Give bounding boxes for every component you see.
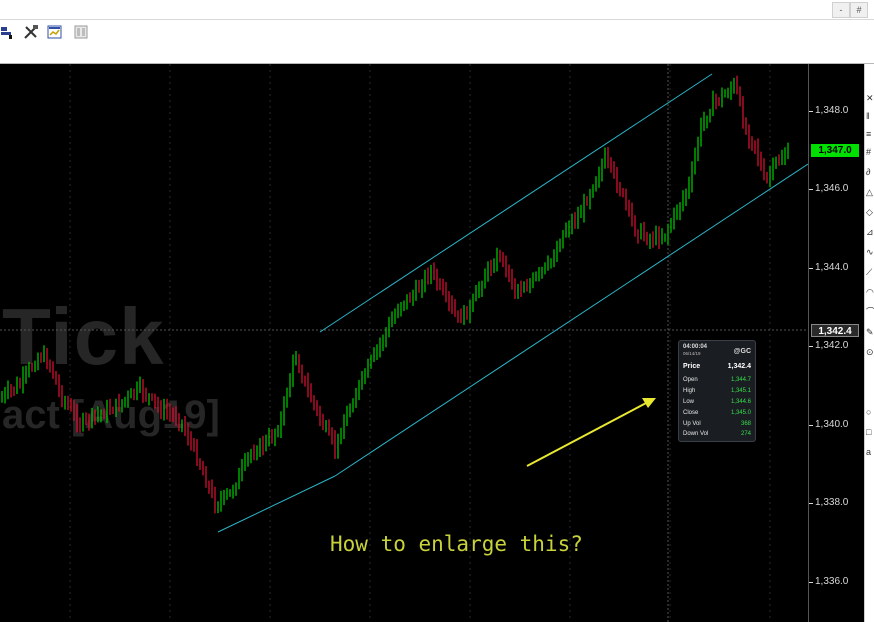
price-tick-label: 1,342.0 — [815, 340, 849, 351]
channel-upper-line — [319, 73, 713, 333]
draw-icon[interactable]: ∂ — [866, 168, 874, 177]
grid-icon[interactable]: # — [866, 148, 874, 157]
tick-mark — [809, 582, 813, 583]
insert-indicator-icon[interactable] — [46, 23, 64, 41]
price-axis[interactable]: 1,348.0 1,346.0 1,344.0 1,342.0 1,340.0 … — [808, 64, 865, 622]
tooltip-row-up-vol: Up Vol 368 — [683, 421, 751, 427]
toolbar — [0, 20, 874, 64]
title-bar: - # — [0, 0, 874, 20]
tick-mark — [809, 189, 813, 190]
data-window-tooltip: 04:00:04 06/14/19 @GC Price 1,342.4 Open… — [678, 340, 756, 442]
minimize-button[interactable]: - — [832, 2, 850, 18]
annotation-arrow-shaft — [526, 401, 649, 467]
chart-style-icon[interactable] — [0, 23, 18, 41]
tick-mark — [809, 503, 813, 504]
price-tick-label: 1,340.0 — [815, 419, 849, 430]
price-tick-label: 1,348.0 — [815, 105, 849, 116]
price-tick-label: 1,346.0 — [815, 183, 849, 194]
target-icon[interactable]: ⊙ — [866, 348, 874, 357]
tooltip-row-down-vol: Down Vol 274 — [683, 431, 751, 437]
restore-button[interactable]: # — [850, 2, 868, 18]
crosshair-icon[interactable]: ✕ — [866, 94, 874, 103]
tooltip-row-close: Close 1,345.0 — [683, 410, 751, 416]
tick-mark — [809, 111, 813, 112]
trend-icon[interactable]: ⟋ — [866, 268, 874, 277]
tools-icon[interactable] — [22, 23, 40, 41]
price-tick-label: 1,338.0 — [815, 497, 849, 508]
drawing-toolbar: ✕ ‖ ≡ # ∂ △ ◇ ⊿ ∿ ⟋ ◠ ⌒ ✎ ⊙ ○ □ a — [864, 64, 874, 622]
lines-icon[interactable]: ≡ — [866, 130, 874, 139]
current-price-marker: 1,347.0 — [811, 144, 859, 157]
tick-mark — [809, 425, 813, 426]
pen-icon[interactable]: ✎ — [866, 328, 874, 337]
panel-icon[interactable] — [72, 23, 90, 41]
price-tick-label: 1,344.0 — [815, 262, 849, 273]
fib-icon[interactable]: △ — [866, 188, 874, 197]
tooltip-time: 04:00:04 — [683, 344, 708, 350]
arc-icon[interactable]: ⌒ — [866, 308, 874, 317]
tooltip-symbol: @GC — [733, 348, 751, 355]
tick-mark — [809, 268, 813, 269]
tooltip-price-value: 1,342.4 — [727, 363, 751, 370]
bars-icon[interactable]: ‖ — [866, 112, 874, 121]
diamond-icon[interactable]: ◇ — [866, 208, 874, 217]
price-tick-label: 1,336.0 — [815, 576, 849, 587]
annotation-text: How to enlarge this? — [330, 532, 583, 556]
tooltip-date: 06/14/19 — [683, 351, 701, 356]
tick-mark — [809, 346, 813, 347]
tooltip-price-label: Price — [683, 363, 701, 370]
tooltip-row-high: High 1,345.1 — [683, 388, 751, 394]
shape-icon[interactable]: ◠ — [866, 288, 874, 297]
chart-area[interactable]: Tick act [Aug19] How to enlarge this? 04… — [0, 64, 808, 622]
ruler-icon[interactable]: ⊿ — [866, 228, 874, 237]
rect-icon[interactable]: □ — [866, 428, 874, 437]
crosshair-price-marker: 1,342.4 — [811, 324, 859, 337]
zoom-icon[interactable]: ○ — [866, 408, 874, 417]
tooltip-row-open: Open 1,344.7 — [683, 377, 751, 383]
tooltip-row-low: Low 1,344.6 — [683, 399, 751, 405]
wave-icon[interactable]: ∿ — [866, 248, 874, 257]
bottom-label: a — [866, 447, 872, 457]
